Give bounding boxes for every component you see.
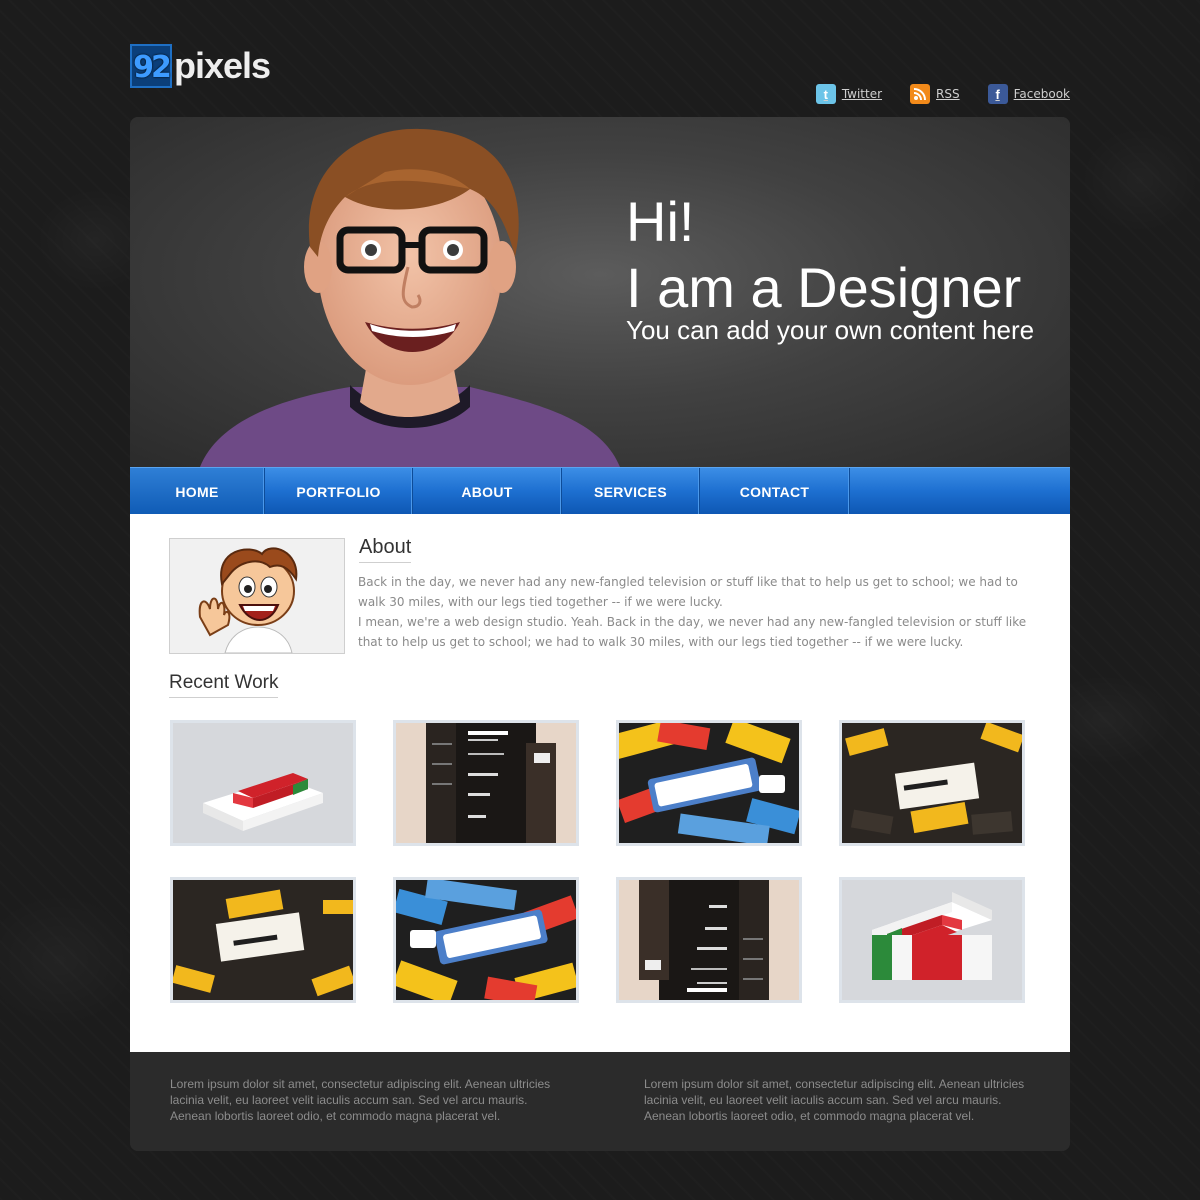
hero-greeting: Hi!: [626, 190, 695, 253]
site-logo[interactable]: 92 pixels: [130, 42, 271, 90]
page-container: Hi! I am a Designer You can add your own…: [130, 117, 1070, 1151]
river-banner-image: [619, 880, 799, 1000]
facebook-label: Facebook: [1013, 87, 1070, 101]
portfolio-thumb[interactable]: [839, 877, 1025, 1003]
nav-home[interactable]: HOME: [130, 468, 265, 515]
cartoon-avatar-illustration: [198, 547, 298, 654]
portfolio-thumb[interactable]: [839, 720, 1025, 846]
twitter-link[interactable]: t Twitter: [815, 84, 883, 104]
facebook-link[interactable]: f Facebook: [987, 84, 1070, 104]
say-it-in-print-image: [619, 723, 799, 843]
about-heading: About: [359, 536, 412, 563]
social-links: t Twitter RSS f Facebook: [804, 84, 1070, 104]
nav-services[interactable]: SERVICES: [562, 468, 700, 515]
nav-about[interactable]: ABOUT: [413, 468, 562, 515]
facebook-icon: f: [987, 84, 1008, 104]
recent-work-heading: Recent Work: [169, 672, 279, 698]
rss-label: RSS: [936, 87, 960, 101]
about-avatar: [169, 538, 345, 654]
portfolio-thumb[interactable]: [170, 720, 356, 846]
main-content: About Back in the day, we never had any …: [130, 514, 1070, 1052]
logo-mark: 92: [130, 44, 172, 88]
portfolio-thumb[interactable]: [616, 720, 802, 846]
minicards-box-image: [842, 880, 1022, 1000]
rockable-cards-image: [173, 880, 353, 1000]
river-banner-image: [396, 723, 576, 843]
hero-banner: Hi! I am a Designer You can add your own…: [130, 117, 1070, 467]
hero-person-illustration: [200, 128, 620, 467]
portfolio-thumb[interactable]: [170, 877, 356, 1003]
twitter-label: Twitter: [841, 87, 883, 101]
footer-text-right: Lorem ipsum dolor sit amet, consectetur …: [644, 1077, 1025, 1123]
nav-contact[interactable]: CONTACT: [700, 468, 850, 515]
footer: Lorem ipsum dolor sit amet, consectetur …: [130, 1052, 1070, 1151]
nav-portfolio[interactable]: PORTFOLIO: [265, 468, 413, 515]
about-text: Back in the day, we never had any new-fa…: [358, 572, 1038, 652]
hero-title: I am a Designer: [626, 256, 1022, 319]
hero-text: Hi! I am a Designer You can add your own…: [626, 189, 1034, 345]
main-nav: HOME PORTFOLIO ABOUT SERVICES CONTACT: [130, 467, 1070, 515]
logo-wordmark: pixels: [174, 45, 271, 86]
minicards-box-image: [173, 723, 353, 843]
rockable-cards-image: [842, 723, 1022, 843]
twitter-icon: t: [815, 84, 836, 104]
portfolio-thumb[interactable]: [616, 877, 802, 1003]
portfolio-thumb[interactable]: [393, 877, 579, 1003]
portfolio-thumb[interactable]: [393, 720, 579, 846]
hero-subtitle: You can add your own content here: [626, 315, 1035, 345]
about-paragraph: Back in the day, we never had any new-fa…: [358, 575, 1018, 609]
say-it-in-print-image: [396, 880, 576, 1000]
rss-link[interactable]: RSS: [910, 84, 960, 104]
about-paragraph: I mean, we're a web design studio. Yeah.…: [358, 615, 1027, 649]
footer-text-left: Lorem ipsum dolor sit amet, consectetur …: [170, 1077, 551, 1123]
rss-icon: [910, 84, 931, 104]
